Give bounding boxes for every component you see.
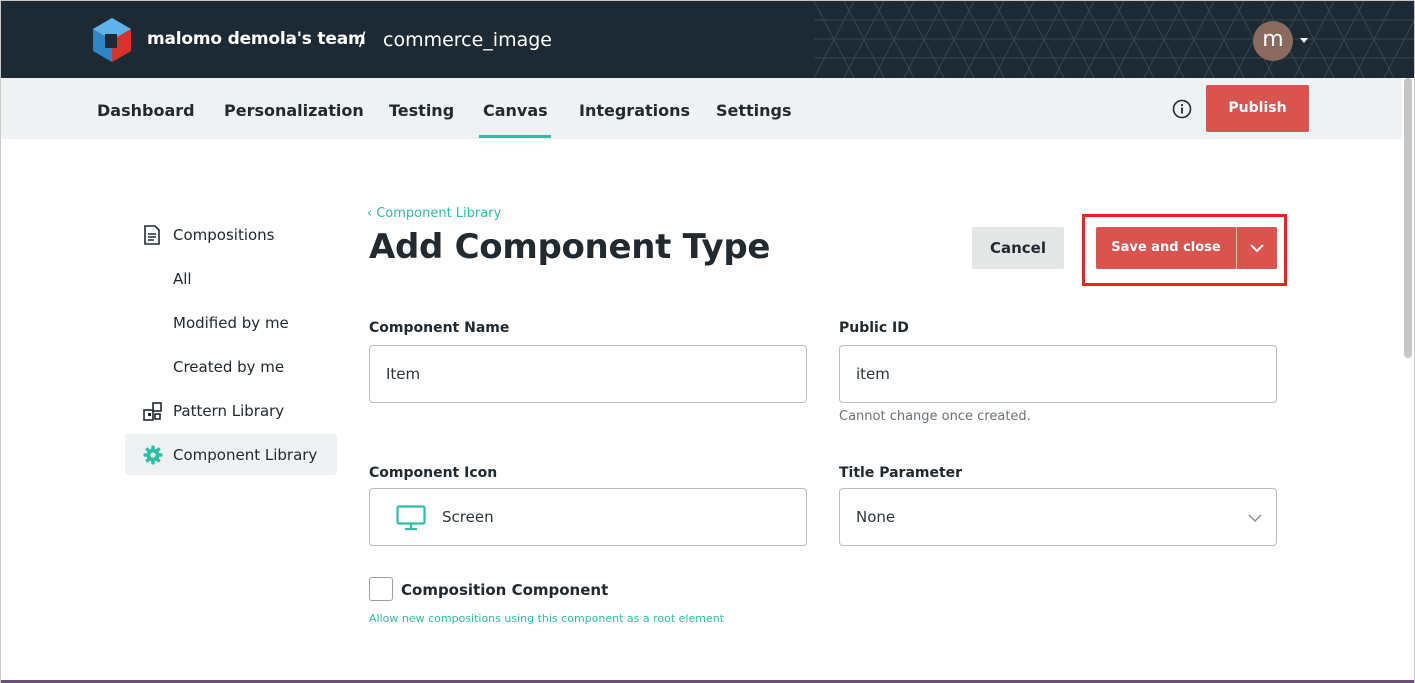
tab-canvas[interactable]: Canvas	[483, 101, 548, 120]
tab-settings[interactable]: Settings	[716, 101, 792, 120]
save-and-close-button[interactable]: Save and close	[1096, 227, 1236, 269]
avatar[interactable]: m	[1253, 21, 1293, 61]
sidebar-item-label: Component Library	[173, 446, 318, 464]
team-name[interactable]: malomo demola's team	[147, 29, 366, 49]
sidebar-item-pattern-library[interactable]: Pattern Library	[173, 402, 284, 420]
component-name-value: Item	[386, 365, 421, 383]
project-name[interactable]: commerce_image	[383, 29, 552, 51]
save-options-dropdown[interactable]	[1236, 227, 1277, 269]
component-icon-picker[interactable]: Screen	[369, 488, 807, 546]
composition-component-label[interactable]: Composition Component	[401, 581, 608, 599]
tab-personalization[interactable]: Personalization	[224, 101, 364, 120]
title-parameter-label: Title Parameter	[839, 465, 963, 481]
chevron-left-icon: ‹	[367, 206, 373, 221]
chevron-down-icon	[1248, 514, 1262, 523]
component-icon-label: Component Icon	[369, 465, 498, 481]
gear-icon	[143, 445, 163, 465]
sidebar-item-all[interactable]: All	[173, 270, 192, 288]
top-bar: malomo demola's team / commerce_image m	[1, 1, 1414, 78]
cancel-button[interactable]: Cancel	[972, 227, 1064, 269]
app-window: malomo demola's team / commerce_image m …	[0, 0, 1415, 683]
screen-icon	[396, 505, 426, 531]
publish-button[interactable]: Publish	[1206, 85, 1309, 132]
tab-dashboard[interactable]: Dashboard	[97, 101, 195, 120]
composition-component-checkbox[interactable]	[369, 577, 393, 601]
scrollbar[interactable]	[1402, 78, 1414, 683]
scrollbar-thumb[interactable]	[1404, 78, 1412, 358]
public-id-value: item	[856, 365, 890, 383]
sidebar-item-created-by-me[interactable]: Created by me	[173, 358, 284, 376]
title-parameter-value: None	[856, 508, 896, 526]
active-tab-indicator	[479, 135, 551, 138]
public-id-hint: Cannot change once created.	[839, 409, 1031, 424]
main-nav: Dashboard Personalization Testing Canvas…	[1, 78, 1414, 139]
chevron-down-icon	[1250, 244, 1264, 253]
component-icon-value: Screen	[442, 508, 494, 526]
breadcrumb-separator: /	[359, 28, 366, 50]
tab-testing[interactable]: Testing	[389, 101, 454, 120]
page-title: Add Component Type	[369, 227, 771, 267]
component-name-label: Component Name	[369, 320, 510, 336]
sidebar-item-modified-by-me[interactable]: Modified by me	[173, 314, 289, 332]
tab-integrations[interactable]: Integrations	[579, 101, 690, 120]
public-id-label: Public ID	[839, 320, 909, 336]
sidebar-item-compositions[interactable]: Compositions	[173, 226, 275, 244]
document-icon	[144, 225, 160, 245]
composition-component-help: Allow new compositions using this compon…	[369, 612, 725, 625]
info-icon[interactable]	[1172, 99, 1192, 119]
header-pattern	[814, 1, 1414, 78]
app-logo[interactable]	[91, 18, 133, 62]
breadcrumb-label: Component Library	[376, 206, 502, 221]
pattern-icon	[143, 402, 162, 421]
caret-down-icon[interactable]	[1300, 38, 1308, 43]
breadcrumb-link[interactable]: ‹ Component Library	[367, 206, 501, 221]
public-id-input[interactable]: item	[839, 345, 1277, 403]
component-name-input[interactable]: Item	[369, 345, 807, 403]
title-parameter-select[interactable]: None	[839, 488, 1277, 546]
